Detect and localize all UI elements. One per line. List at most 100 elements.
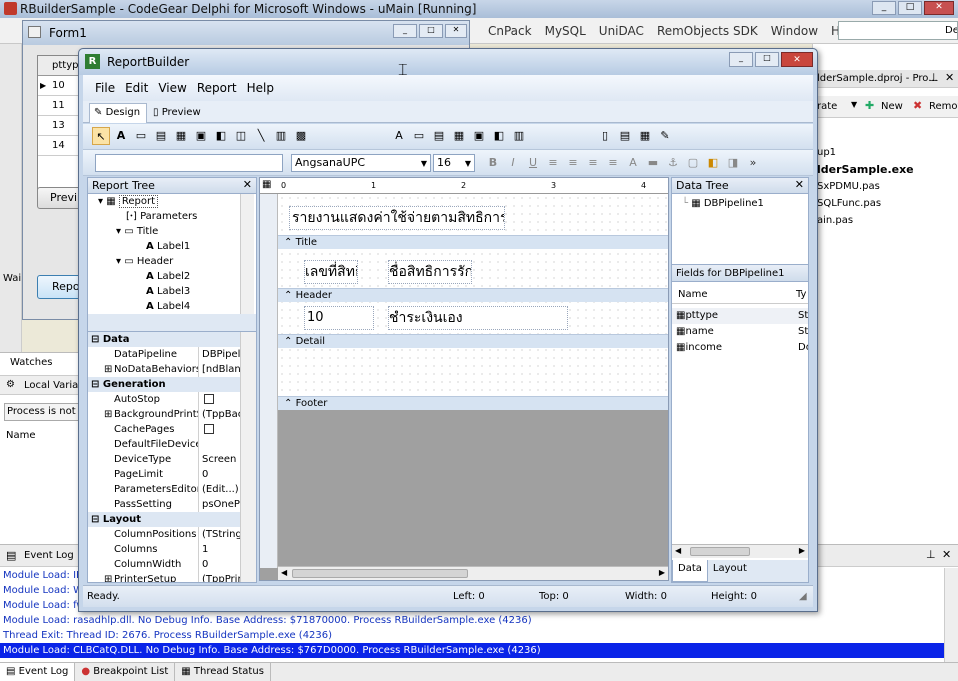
project-file[interactable]: SQLFunc.pas <box>817 195 914 212</box>
tree-node-report[interactable]: ▾ ▦ Report <box>88 194 256 209</box>
scroll-left-icon[interactable]: ◀ <box>281 568 287 577</box>
property-row[interactable]: DeviceType Screen <box>88 452 256 467</box>
tree-node-header[interactable]: ▾ ▭ Header <box>88 254 256 269</box>
menu-cnpack[interactable]: CnPack <box>488 24 532 38</box>
menu-file[interactable]: File <box>95 75 115 101</box>
project-file[interactable]: lderSample.exe <box>817 161 914 178</box>
new-button[interactable]: New <box>881 101 903 112</box>
scroll-right-icon[interactable]: ▶ <box>659 568 665 577</box>
dbcalc-tool-icon[interactable]: ▣ <box>470 127 488 145</box>
underline-icon[interactable]: U <box>524 154 542 172</box>
anchor-icon[interactable]: ⚓ <box>664 154 682 172</box>
title-band[interactable]: ⌃ Title <box>278 235 668 249</box>
align-right-icon[interactable]: ≡ <box>584 154 602 172</box>
tree-node-label2[interactable]: A Label2 <box>88 269 256 284</box>
activate-label[interactable]: rate <box>817 101 837 112</box>
align-left-icon[interactable]: ≡ <box>544 154 562 172</box>
edit-box[interactable] <box>95 154 283 172</box>
expand-icon[interactable]: ⊞ <box>104 362 112 377</box>
property-category[interactable]: ⊟ Generation <box>88 377 256 392</box>
form1-grid[interactable]: pttyp ▶ 10 11 13 14 <box>37 55 81 195</box>
tab-design[interactable]: ✎ Design <box>89 103 147 123</box>
property-row[interactable]: ParametersEditor (Edit...) <box>88 482 256 497</box>
image-tool-icon[interactable]: ▣ <box>192 127 210 145</box>
expand-icon[interactable]: ⊞ <box>104 407 112 422</box>
design-h-scrollbar[interactable]: ◀ ▶ <box>278 566 668 580</box>
pipeline-node[interactable]: └ ▦ DBPipeline1 <box>672 196 808 211</box>
tree-node-label4[interactable]: A Label4 <box>88 299 256 314</box>
header-label-2[interactable]: ชื่อสิทธิการรักษา <box>388 260 472 284</box>
tab-breakpoint-list[interactable]: ● Breakpoint List <box>75 663 176 681</box>
event-log-scrollbar[interactable] <box>944 568 958 662</box>
tree-node-label1[interactable]: A Label1 <box>88 239 256 254</box>
close-icon[interactable]: ✕ <box>945 71 954 84</box>
project-file[interactable]: ain.pas <box>817 212 914 229</box>
property-row[interactable]: PassSetting psOnePa <box>88 497 256 512</box>
scroll-right-icon[interactable]: ▶ <box>799 546 805 555</box>
project-file[interactable]: SxPDMU.pas <box>817 178 914 195</box>
tab-thread-status[interactable]: ▦ Thread Status <box>175 663 271 681</box>
label-tool-icon[interactable]: A <box>112 127 130 145</box>
header-band[interactable]: ⌃ Header <box>278 288 668 302</box>
column-type[interactable]: Ty <box>796 286 806 303</box>
close-icon[interactable]: ✕ <box>795 178 804 191</box>
shape-tool-icon[interactable]: ◧ <box>212 127 230 145</box>
props-scrollbar[interactable] <box>240 332 256 582</box>
close-button[interactable]: ✕ <box>781 52 813 67</box>
property-row[interactable]: DefaultFileDeviceT <box>88 437 256 452</box>
send-back-icon[interactable]: ◨ <box>724 154 742 172</box>
close-icon[interactable]: ✕ <box>942 548 951 561</box>
property-row[interactable]: ⊞ NoDataBehaviors [ndBlank <box>88 362 256 377</box>
menu-mysql[interactable]: MySQL <box>545 24 586 38</box>
chart-tool-icon[interactable]: ▩ <box>292 127 310 145</box>
ide-combo[interactable]: De <box>838 21 958 40</box>
page-break-tool-icon[interactable]: ▤ <box>616 127 634 145</box>
dbtext-tool-icon[interactable]: ▭ <box>410 127 428 145</box>
header-label-1[interactable]: เลขที่สิทธิ <box>304 260 358 284</box>
font-color-icon[interactable]: A <box>624 154 642 172</box>
detail-field-1[interactable]: 10 <box>304 306 374 330</box>
toolbar-overflow-icon[interactable]: » <box>744 154 762 172</box>
grid-row[interactable]: 11 <box>38 96 80 116</box>
tab-data[interactable]: Data <box>672 560 708 582</box>
resize-grip-icon[interactable]: ◢ <box>799 586 807 608</box>
paint-tool-icon[interactable]: ✎ <box>656 127 674 145</box>
property-row[interactable]: ColumnWidth 0 <box>88 557 256 572</box>
region-tool-icon[interactable]: ▯ <box>596 127 614 145</box>
menu-edit[interactable]: Edit <box>125 75 148 101</box>
border-icon[interactable]: ▢ <box>684 154 702 172</box>
line-tool-icon[interactable]: ╲ <box>252 127 270 145</box>
remove-button[interactable]: Remov <box>929 101 958 112</box>
bold-icon[interactable]: B <box>484 154 502 172</box>
menu-view[interactable]: View <box>158 75 186 101</box>
property-row[interactable]: Columns 1 <box>88 542 256 557</box>
menu-report[interactable]: Report <box>197 75 237 101</box>
column-name[interactable]: Name <box>678 286 708 303</box>
menu-unidac[interactable]: UniDAC <box>599 24 644 38</box>
title-label-box[interactable]: รายงานแสดงค่าใช้จ่ายตามสิทธิการรักษา <box>289 206 505 230</box>
maximize-button[interactable]: □ <box>419 24 443 38</box>
dbmemo-tool-icon[interactable]: ▤ <box>430 127 448 145</box>
property-row[interactable]: DataPipeline DBPipeli <box>88 347 256 362</box>
minimize-button[interactable]: _ <box>729 52 753 67</box>
property-row[interactable]: ⊞BackgroundPrintSe(TppBac <box>88 407 256 422</box>
tree-node-label3[interactable]: A Label3 <box>88 284 256 299</box>
tab-event-log[interactable]: ▤ Event Log <box>0 663 76 681</box>
tab-layout[interactable]: Layout <box>708 560 752 582</box>
property-category[interactable]: ⊟ Data <box>88 332 256 347</box>
dropdown-icon[interactable]: ▼ <box>851 100 857 109</box>
property-row[interactable]: CachePages <box>88 422 256 437</box>
subreport-tool-icon[interactable]: ◫ <box>232 127 250 145</box>
minimize-button[interactable]: _ <box>872 1 896 15</box>
checkbox[interactable] <box>204 424 214 434</box>
justify-icon[interactable]: ≡ <box>604 154 622 172</box>
pin-icon[interactable]: ⊥ <box>929 71 939 84</box>
font-size-select[interactable]: 16 ▼ <box>433 154 475 172</box>
highlight-color-icon[interactable]: ▬ <box>644 154 662 172</box>
property-row[interactable]: AutoStop <box>88 392 256 407</box>
tree-node-title[interactable]: ▾ ▭ Title <box>88 224 256 239</box>
menu-window[interactable]: Window <box>771 24 818 38</box>
grid-row[interactable]: 13 <box>38 116 80 136</box>
project-file[interactable]: up1 <box>817 144 914 161</box>
richtext-tool-icon[interactable]: ▤ <box>152 127 170 145</box>
